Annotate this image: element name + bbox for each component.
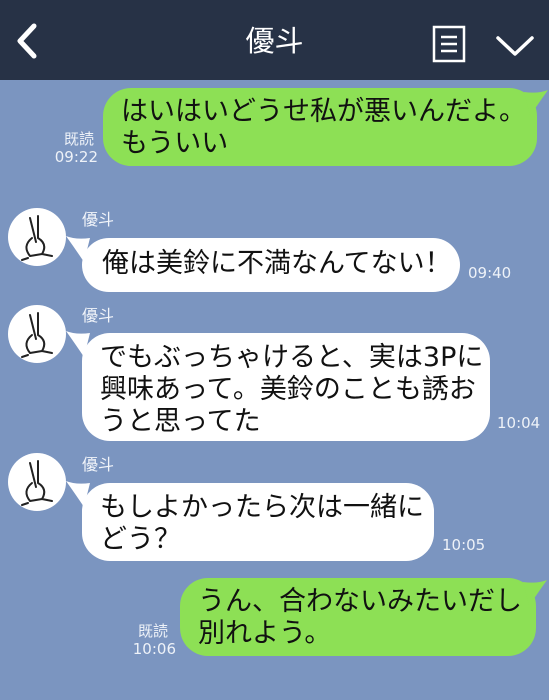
sender-name: 優斗 — [82, 306, 115, 325]
message-bubble-incoming[interactable]: 俺は美鈴に不満なんてない！ — [82, 238, 460, 292]
message-time: 10:05 — [442, 536, 486, 554]
chevron-down-icon — [496, 36, 534, 56]
message-text: もしよかったら次は一緒に どう？ — [100, 492, 424, 555]
message-text: 俺は美鈴に不満なんてない！ — [102, 248, 452, 279]
rabbit-avatar-icon — [21, 215, 53, 261]
read-status: 既読 — [63, 130, 94, 148]
message-bubble-incoming[interactable]: でもぶっちゃけると、実は3Pに 興味あって。美鈴のことも誘お うと思ってた — [82, 333, 490, 441]
bubble-tail — [66, 236, 90, 262]
bubble-tail — [524, 90, 548, 116]
bubble-tail — [66, 331, 90, 357]
rabbit-avatar-icon — [21, 312, 53, 358]
sender-name: 優斗 — [82, 455, 115, 474]
message-bubble-incoming[interactable]: もしよかったら次は一緒に どう？ — [82, 483, 434, 561]
message-time: 10:04 — [497, 414, 541, 432]
avatar[interactable] — [8, 305, 66, 363]
message-text: うん、合わないみたいだし 別れよう。 — [198, 586, 522, 649]
chat-header: 優斗 — [0, 0, 549, 80]
bubble-tail — [66, 481, 90, 507]
notes-icon — [432, 25, 466, 63]
message-bubble-outgoing[interactable]: うん、合わないみたいだし 別れよう。 — [180, 578, 536, 656]
menu-toggle-button[interactable] — [494, 30, 536, 62]
read-status: 既読 — [137, 622, 168, 640]
bubble-tail — [523, 580, 547, 606]
chat-title: 優斗 — [245, 24, 304, 58]
message-time: 09:40 — [468, 264, 512, 282]
message-bubble-outgoing[interactable]: はいはいどうせ私が悪いんだよ。 もういい — [103, 88, 537, 166]
notes-button[interactable] — [432, 25, 466, 63]
message-time: 09:22 — [54, 148, 98, 166]
message-time: 10:06 — [132, 640, 176, 658]
rabbit-avatar-icon — [21, 460, 53, 506]
message-text: はいはいどうせ私が悪いんだよ。 もういい — [121, 96, 526, 159]
avatar[interactable] — [8, 453, 66, 511]
sender-name: 優斗 — [82, 210, 115, 229]
message-text: でもぶっちゃけると、実は3Pに 興味あって。美鈴のことも誘お うと思ってた — [100, 342, 484, 437]
avatar[interactable] — [8, 208, 66, 266]
